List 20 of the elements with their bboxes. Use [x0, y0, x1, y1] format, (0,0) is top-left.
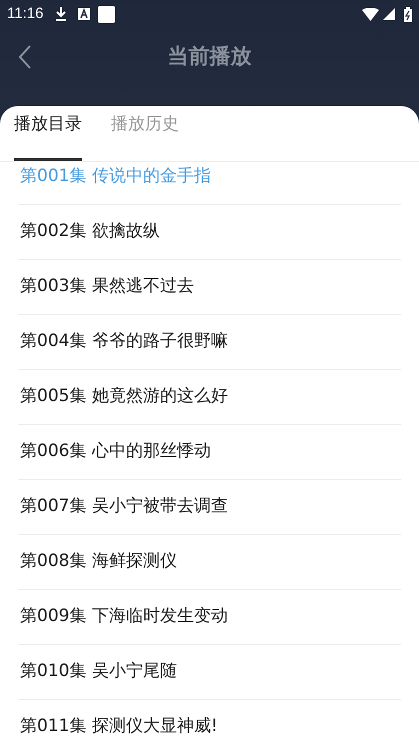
episode-item[interactable]: 第004集 爷爷的路子很野嘛: [18, 329, 228, 355]
episode-item[interactable]: 第008集 海鲜探测仪: [18, 549, 177, 575]
episode-item[interactable]: 第005集 她竟然游的这么好: [18, 384, 228, 410]
episode-item[interactable]: 第011集 探测仪大显神威!: [18, 714, 218, 740]
episode-item[interactable]: 第009集 下海临时发生变动: [18, 604, 228, 630]
battery-icon: [404, 6, 412, 22]
episode-item[interactable]: 第002集 欲擒故纵: [18, 219, 160, 245]
wifi-icon: [362, 8, 379, 20]
episode-item[interactable]: 第007集 吴小宁被带去调查: [18, 494, 228, 520]
episode-item[interactable]: 第010集 吴小宁尾随: [18, 659, 177, 685]
back-icon: [18, 45, 32, 69]
keyboard-icon: [78, 8, 90, 20]
signal-icon: [383, 8, 395, 20]
status-time: 11:16: [7, 4, 44, 24]
notification-icon: [98, 6, 116, 22]
page-title: 当前播放: [168, 43, 252, 70]
episode-item[interactable]: 第006集 心中的那丝悸动: [18, 439, 211, 465]
download-icon: [55, 7, 68, 21]
episode-item[interactable]: 第003集 果然逃不过去: [18, 274, 194, 300]
tab[interactable]: 播放目录: [14, 107, 82, 161]
